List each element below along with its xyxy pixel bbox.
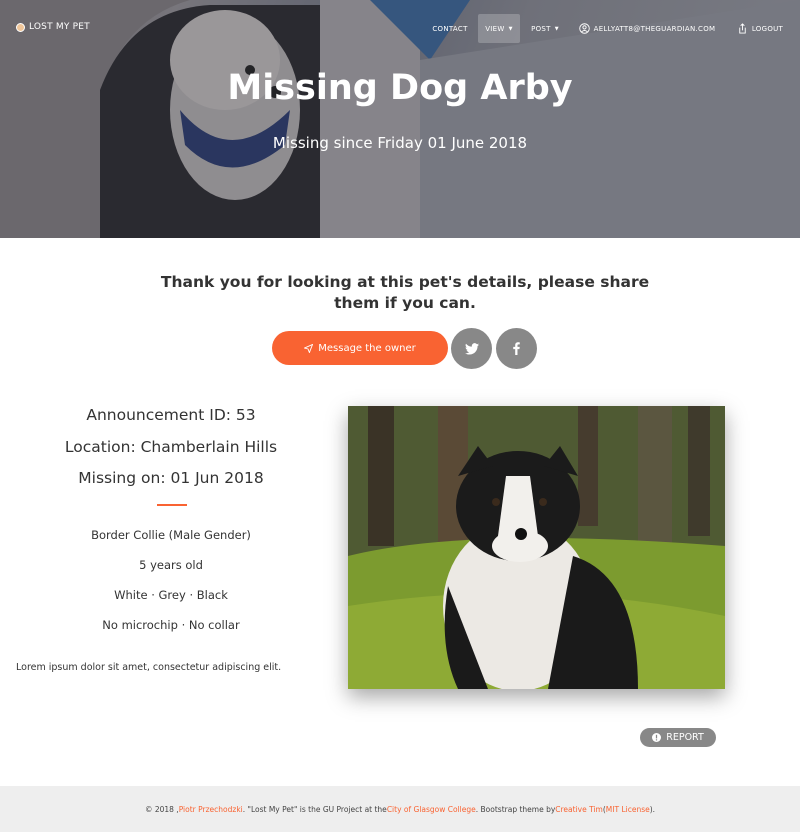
navbar: LOST MY PET CONTACT VIEW ▼ POST ▼ AELLYA… xyxy=(0,0,800,56)
share-message: Thank you for looking at this pet's deta… xyxy=(160,273,650,312)
pet-extras: No microchip · No collar xyxy=(102,618,240,632)
author-link[interactable]: Piotr Przechodzki xyxy=(179,805,243,814)
nav-user-account[interactable]: AELLYATT8@THEGUARDIAN.COM xyxy=(572,14,722,43)
footer: © 2018 , Piotr Przechodzki . "Lost My Pe… xyxy=(0,786,800,832)
nav-view-label: VIEW xyxy=(485,24,505,33)
border-collie-image xyxy=(348,406,725,689)
footer-close: ). xyxy=(649,804,656,814)
pet-photo xyxy=(348,406,725,689)
breed-gender: Border Collie (Male Gender) xyxy=(91,528,251,542)
footer-prefix: © 2018 , xyxy=(144,804,179,814)
brand-label: LOST MY PET xyxy=(29,22,90,32)
twitter-icon xyxy=(464,342,479,355)
pet-logo-icon xyxy=(16,22,25,32)
college-link[interactable]: City of Glasgow College xyxy=(387,805,476,814)
location: Location: Chamberlain Hills xyxy=(64,438,278,456)
missing-date: Missing on: 01 Jun 2018 xyxy=(78,469,264,487)
page-subtitle: Missing since Friday 01 June 2018 xyxy=(272,134,528,152)
license-link[interactable]: MIT License xyxy=(606,805,650,814)
pet-description: Lorem ipsum dolor sit amet, consectetur … xyxy=(16,662,282,673)
footer-theme-text: . Bootstrap theme by xyxy=(475,804,556,814)
announcement-id: Announcement ID: 53 xyxy=(86,406,256,424)
paper-plane-icon xyxy=(304,343,314,353)
pet-age: 5 years old xyxy=(139,558,203,572)
footer-middle: . "Lost My Pet" is the GU Project at the xyxy=(242,804,387,814)
info-circle-icon xyxy=(652,733,662,742)
nav-contact-label: CONTACT xyxy=(432,24,468,33)
pet-colors: White · Grey · Black xyxy=(114,588,228,602)
page-title: Missing Dog Arby xyxy=(227,68,573,108)
divider xyxy=(157,504,187,506)
nav-view-dropdown[interactable]: VIEW ▼ xyxy=(478,14,520,43)
nav-logout[interactable]: LOGOUT xyxy=(730,14,790,43)
nav-post-dropdown[interactable]: POST ▼ xyxy=(524,14,566,43)
hero-header: LOST MY PET CONTACT VIEW ▼ POST ▼ AELLYA… xyxy=(0,0,800,238)
logout-icon xyxy=(739,23,746,34)
user-circle-icon xyxy=(578,23,590,34)
brand-link[interactable]: LOST MY PET xyxy=(16,22,90,32)
caret-down-icon: ▼ xyxy=(554,25,559,32)
report-button[interactable]: REPORT xyxy=(640,728,716,747)
nav-user-email: AELLYATT8@THEGUARDIAN.COM xyxy=(593,24,716,33)
twitter-share-button[interactable] xyxy=(451,328,492,369)
caret-down-icon: ▼ xyxy=(508,25,513,32)
nav-contact[interactable]: CONTACT xyxy=(424,14,476,43)
facebook-share-button[interactable] xyxy=(496,328,537,369)
facebook-icon xyxy=(513,342,520,355)
nav-post-label: POST xyxy=(531,24,551,33)
report-label: REPORT xyxy=(666,732,704,743)
message-owner-button[interactable]: Message the owner xyxy=(272,331,448,365)
message-owner-label: Message the owner xyxy=(318,342,416,354)
nav-logout-label: LOGOUT xyxy=(751,24,784,33)
theme-author-link[interactable]: Creative Tim xyxy=(555,805,603,814)
